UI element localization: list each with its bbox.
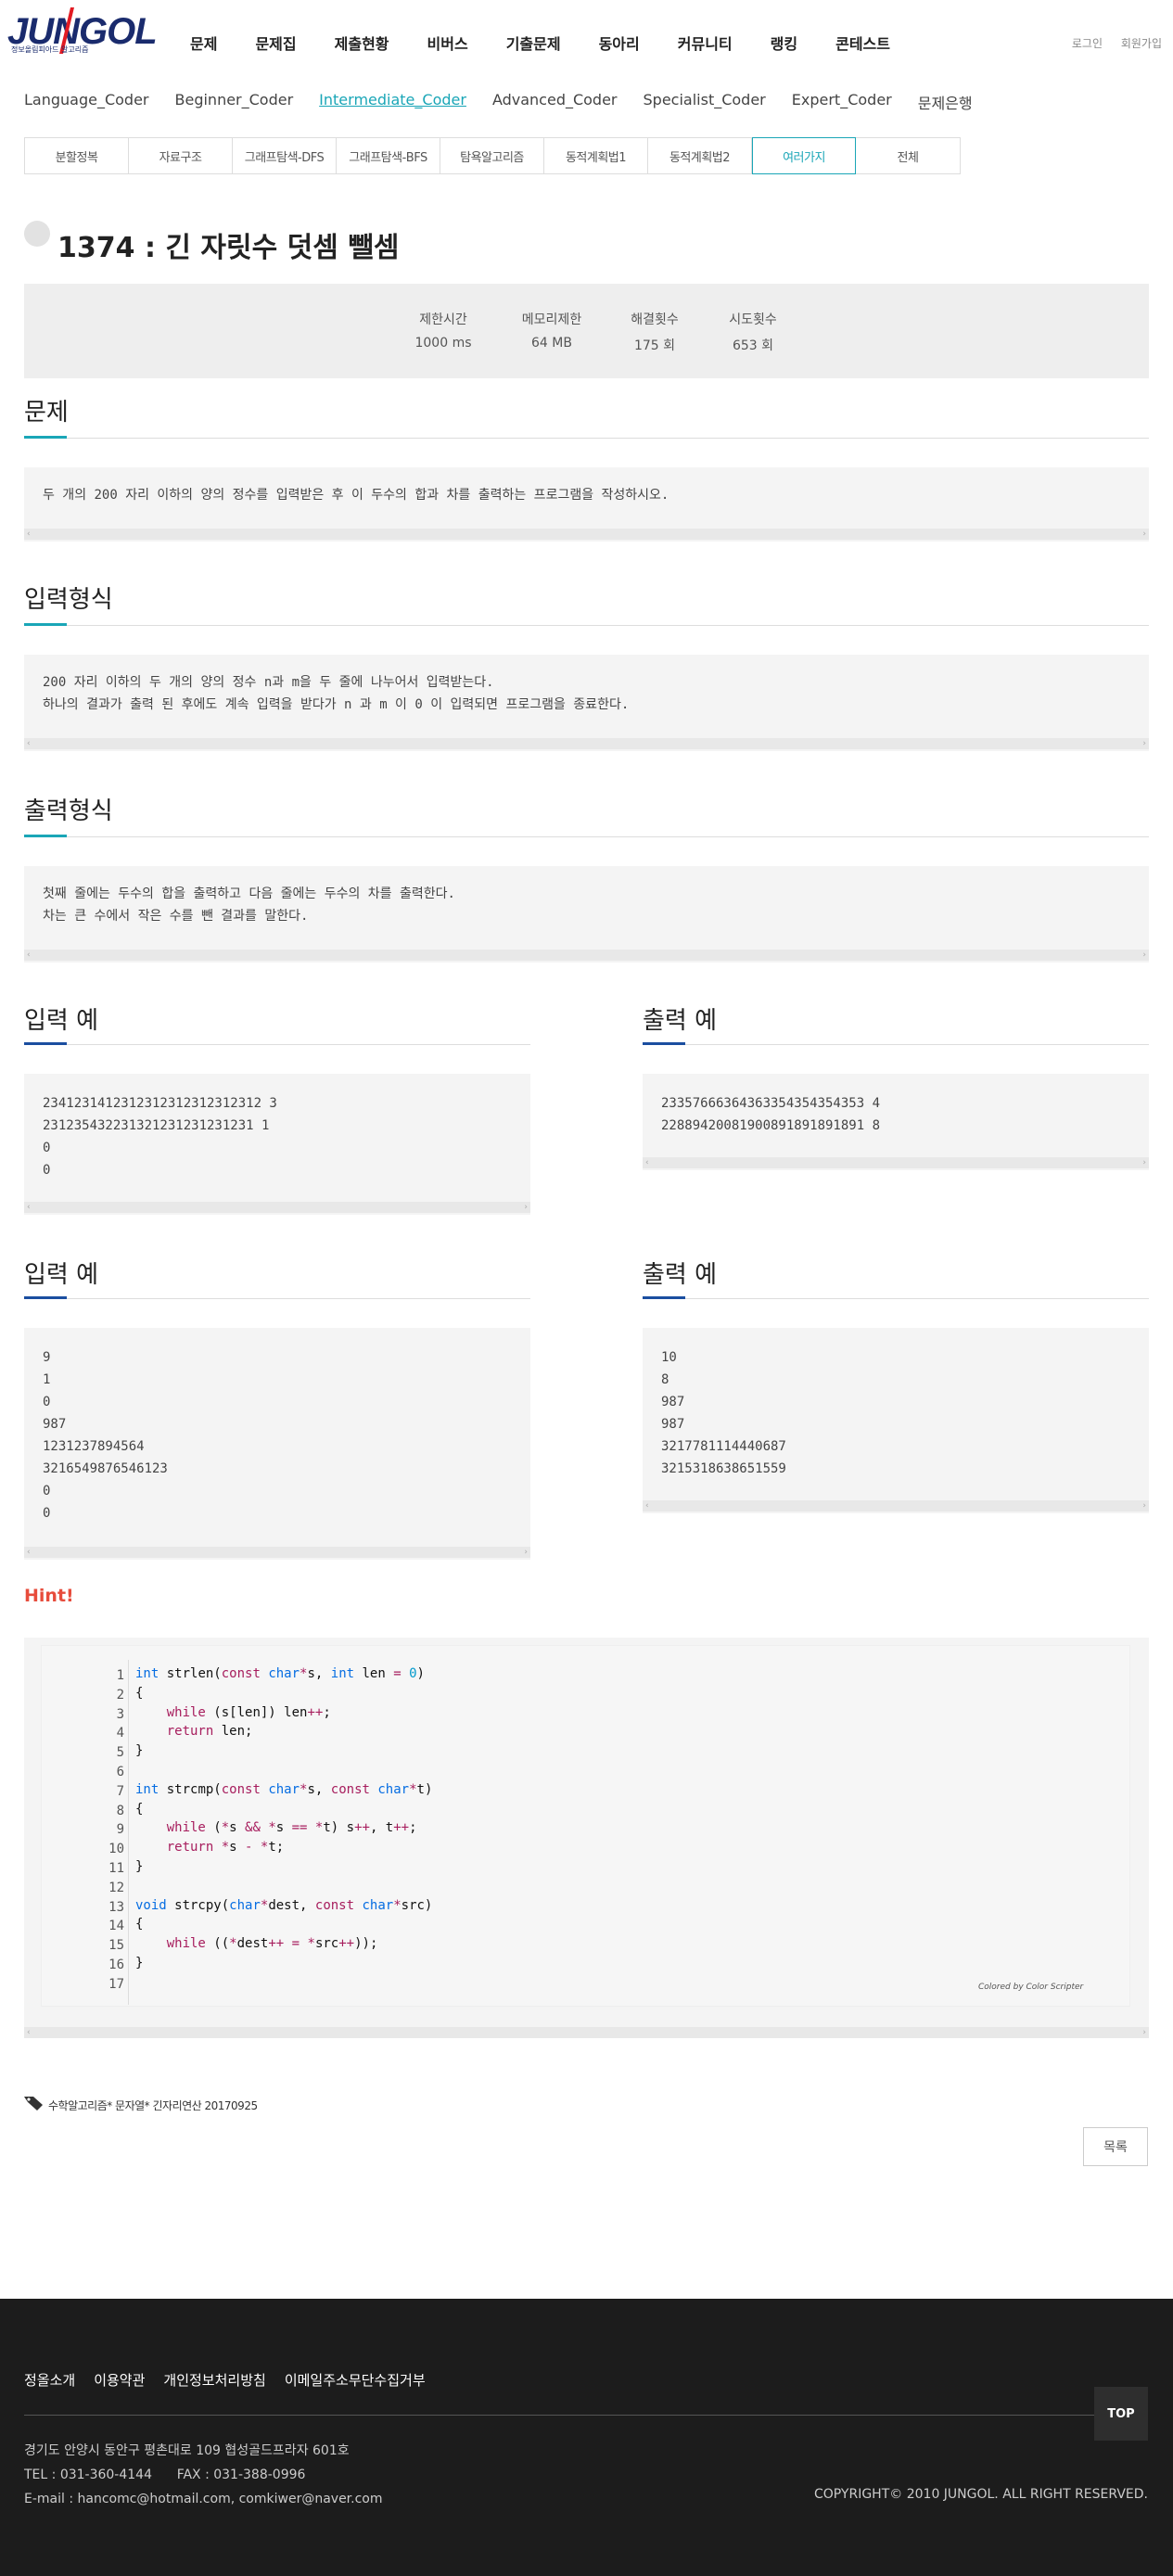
output-format-text: 첫째 줄에는 두수의 합을 출력하고 다음 줄에는 두수의 차를 출력한다. 차… — [43, 886, 455, 924]
example-output-title: 출력 예 — [643, 1261, 718, 1289]
footer-email: E-mail : hancomc@hotmail.com, comkiwer@n… — [24, 2492, 383, 2506]
section-accent — [643, 1296, 685, 1299]
description-scrollbar[interactable]: ‹ › — [24, 529, 1149, 540]
logo-subtitle: 정보올림피아드 알고리즘 — [11, 45, 89, 54]
level-expert-coder[interactable]: Expert_Coder — [792, 91, 892, 113]
section-title-input: 입력형식 — [24, 586, 113, 614]
stat-solved-count: 해결횟수 175 회 — [631, 312, 679, 353]
footer-phone: TEL : 031-360-4144 FAX : 031-388-0996 — [24, 2468, 306, 2482]
example-input-scrollbar[interactable]: ‹ › — [24, 1547, 530, 1558]
footer-no-email-collection[interactable]: 이메일주소무단수집거부 — [285, 2370, 426, 2390]
category-divide-conquer[interactable]: 분할정복 — [25, 138, 129, 173]
problem-stats: 제한시간 1000 ms 메모리제한 64 MB 해결횟수 175 회 시도횟수 653… — [24, 284, 1149, 378]
category-dp2[interactable]: 동적계획법2 — [648, 138, 752, 173]
level-tabs: Language_Coder Beginner_Coder Intermedia… — [24, 91, 999, 113]
level-intermediate-coder[interactable]: Intermediate_Coder — [319, 91, 466, 113]
section-accent — [24, 436, 67, 439]
level-specialist-coder[interactable]: Specialist_Coder — [644, 91, 766, 113]
util-links: 로그인 회원가입 — [1057, 35, 1162, 51]
section-divider — [24, 836, 1149, 837]
section-accent — [24, 1296, 67, 1299]
category-bfs[interactable]: 그래프탐색-BFS — [337, 138, 440, 173]
input-format-scrollbar[interactable]: ‹ › — [24, 738, 1149, 749]
category-dfs[interactable]: 그래프탐색-DFS — [233, 138, 337, 173]
category-misc[interactable]: 여러가지 — [752, 137, 856, 174]
main-nav: 문제 문제집 제출현황 비버스 기출문제 동아리 커뮤니티 랭킹 콘테스트 — [190, 32, 928, 54]
nav-submissions[interactable]: 제출현황 — [335, 32, 389, 54]
category-tabs: 분할정복 자료구조 그래프탐색-DFS 그래프탐색-BFS 탐욕알고리즘 동적계… — [24, 137, 961, 174]
level-problem-bank[interactable]: 문제은행 — [918, 91, 973, 113]
nav-bebras[interactable]: 비버스 — [427, 32, 468, 54]
section-title-output: 출력형식 — [24, 797, 113, 825]
example-input-text: 9 1 0 987 1231237894564 3216549876546123… — [43, 1350, 168, 1521]
footer — [0, 2299, 1173, 2576]
footer-privacy[interactable]: 개인정보처리방침 — [163, 2370, 265, 2390]
footer-address: 경기도 안양시 동안구 평촌대로 109 협성골드프라자 601호 — [24, 2443, 350, 2458]
section-accent — [24, 623, 67, 626]
color-scripter-credit[interactable]: Colored by Color Scripter — [978, 1983, 1083, 1992]
example-output-title: 출력 예 — [643, 1007, 718, 1035]
category-all[interactable]: 전체 — [856, 138, 960, 173]
category-dp1[interactable]: 동적계획법1 — [544, 138, 648, 173]
section-accent — [643, 1042, 685, 1045]
example-output-text: 23357666364363354354354353 4 22889420081… — [661, 1096, 881, 1133]
section-divider — [24, 1298, 530, 1299]
description-text: 두 개의 200 자리 이하의 양의 정수를 입력받은 후 이 두수의 합과 차… — [43, 488, 669, 503]
section-divider — [643, 1298, 1149, 1299]
nav-community[interactable]: 커뮤니티 — [678, 32, 733, 54]
section-divider — [24, 625, 1149, 626]
stat-memory-limit: 메모리제한 64 MB — [521, 312, 582, 351]
example-input-scrollbar[interactable]: ‹ › — [24, 1202, 530, 1213]
example-input-title: 입력 예 — [24, 1007, 99, 1035]
stat-attempt-count: 시도횟수 653 회 — [729, 312, 777, 353]
section-title-description: 문제 — [24, 399, 69, 427]
footer-divider — [24, 2415, 1097, 2416]
bookmark-icon[interactable] — [24, 221, 50, 247]
example-output-text: 10 8 987 987 3217781114440687 3215318638… — [661, 1350, 786, 1476]
stat-time-limit: 제한시간 1000 ms — [414, 312, 472, 351]
category-data-structure[interactable]: 자료구조 — [129, 138, 233, 173]
hint-scrollbar[interactable]: ‹ › — [24, 2027, 1149, 2038]
footer-copyright: COPYRIGHT© 2010 JUNGOL. ALL RIGHT RESERV… — [814, 2487, 1148, 2502]
hint-title: Hint! — [24, 1586, 74, 1606]
nav-past-exams[interactable]: 기출문제 — [506, 32, 561, 54]
signup-link[interactable]: 회원가입 — [1121, 37, 1162, 50]
section-divider — [24, 1044, 530, 1045]
code-line-numbers: 1 2 3 4 5 6 7 8 9 10 11 12 13 14 15 16 1… — [108, 1668, 124, 1992]
footer-contact: 경기도 안양시 동안구 평촌대로 109 협성골드프라자 601호 TEL : … — [24, 2439, 383, 2511]
nav-clubs[interactable]: 동아리 — [599, 32, 640, 54]
example-output-scrollbar[interactable]: ‹ › — [643, 1500, 1149, 1511]
example-output-scrollbar[interactable]: ‹ › — [643, 1157, 1149, 1168]
list-button[interactable]: 목록 — [1083, 2127, 1148, 2166]
nav-problems[interactable]: 문제 — [190, 32, 217, 54]
problem-title: 1374 : 긴 자릿수 덧셈 뺄셈 — [57, 232, 400, 264]
problem-tags[interactable]: 수학알고리즘* 문자열* 긴자리연산 20170925 — [48, 2098, 258, 2113]
footer-terms[interactable]: 이용약관 — [94, 2370, 145, 2390]
section-divider — [643, 1044, 1149, 1045]
section-accent — [24, 1042, 67, 1045]
level-beginner-coder[interactable]: Beginner_Coder — [175, 91, 294, 113]
login-link[interactable]: 로그인 — [1072, 37, 1103, 50]
section-divider — [24, 438, 1149, 439]
category-greedy[interactable]: 탐욕알고리즘 — [440, 138, 544, 173]
section-accent — [24, 835, 67, 837]
footer-about[interactable]: 정올소개 — [24, 2370, 75, 2390]
hint-code: int strlen(const char*s, int len = 0) { … — [135, 1666, 433, 1970]
tag-icon — [24, 2097, 43, 2111]
scroll-top-button[interactable]: TOP — [1094, 2387, 1148, 2441]
level-advanced-coder[interactable]: Advanced_Coder — [492, 91, 618, 113]
code-gutter-divider — [128, 1660, 129, 2005]
level-language-coder[interactable]: Language_Coder — [24, 91, 149, 113]
input-format-text: 200 자리 이하의 두 개의 양의 정수 n과 m을 두 줄에 나누어서 입력… — [43, 675, 630, 712]
footer-nav: 정올소개 이용약관 개인정보처리방침 이메일주소무단수집거부 — [24, 2370, 444, 2390]
nav-ranking[interactable]: 랭킹 — [771, 32, 797, 54]
example-input-title: 입력 예 — [24, 1261, 99, 1289]
output-format-scrollbar[interactable]: ‹ › — [24, 950, 1149, 961]
nav-contest[interactable]: 콘테스트 — [835, 32, 890, 54]
nav-problem-sets[interactable]: 문제집 — [255, 32, 296, 54]
example-input-text: 2341231412312312312312312312 3 231235432… — [43, 1096, 277, 1178]
